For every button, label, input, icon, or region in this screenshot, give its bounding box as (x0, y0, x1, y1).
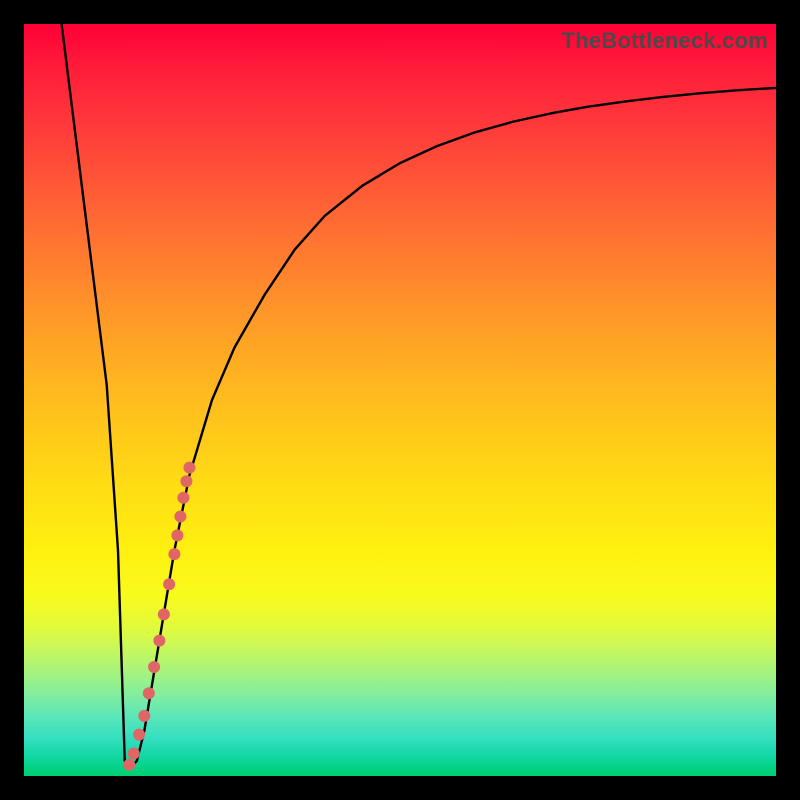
highlight-dot (138, 710, 150, 722)
highlight-dot (148, 661, 160, 673)
highlight-dot (174, 511, 186, 523)
highlight-dot (183, 462, 195, 474)
plot-area: TheBottleneck.com (24, 24, 776, 776)
highlight-dot (163, 578, 175, 590)
highlight-dot (153, 635, 165, 647)
highlight-dot (180, 475, 192, 487)
highlight-dot (158, 608, 170, 620)
highlight-dot (168, 548, 180, 560)
highlight-dot (128, 747, 140, 759)
highlight-dot (143, 687, 155, 699)
chart-frame: TheBottleneck.com (0, 0, 800, 800)
highlight-dot (123, 759, 135, 771)
highlight-dot (133, 729, 145, 741)
highlight-dot (171, 529, 183, 541)
highlight-dots (123, 462, 195, 771)
chart-svg (24, 24, 776, 776)
highlight-dot (177, 492, 189, 504)
curve-path (62, 24, 776, 768)
